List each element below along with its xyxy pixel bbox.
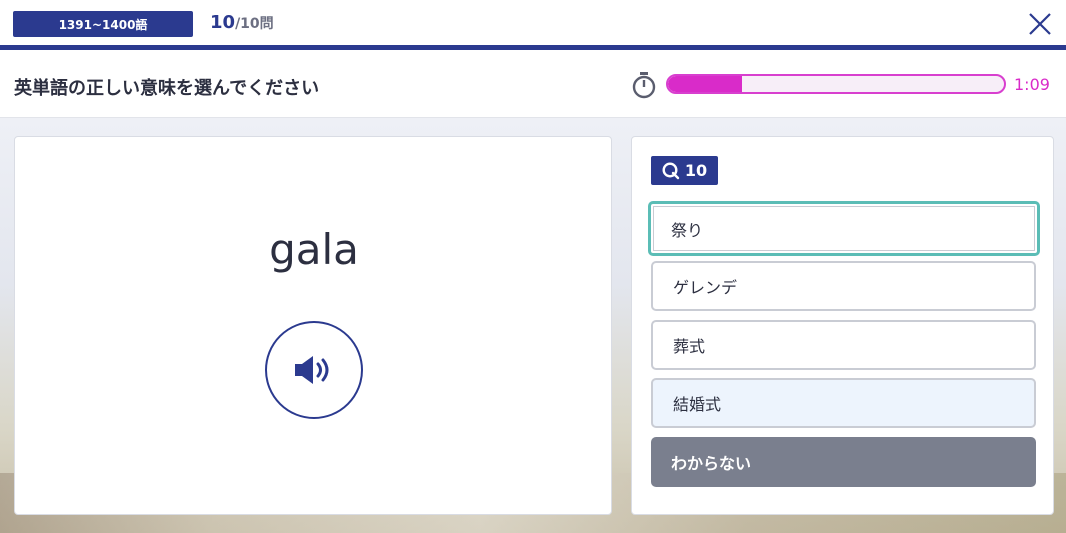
timer-text: 1:09 [1014,75,1050,94]
timer-fill [668,76,742,92]
current-question-number: 10 [210,12,236,33]
question-row: 英単語の正しい意味を選んでください 1:09 [0,50,1066,118]
word-text: gala [269,225,359,274]
choice-option-4[interactable]: 結婚式 [651,378,1036,428]
question-number: 10 [684,161,708,180]
top-bar: 1391~1400語 10 /10問 [0,0,1066,46]
choice-option-2[interactable]: ゲレンデ [651,261,1036,311]
question-progress: 10 /10問 [210,12,274,38]
range-badge: 1391~1400語 [13,11,193,37]
close-icon [1029,13,1051,35]
speaker-icon [295,356,329,384]
play-audio-button[interactable] [265,321,363,419]
dont-know-button[interactable]: わからない [651,437,1036,487]
total-questions: /10問 [235,16,274,32]
choice-panel: 10 祭り ゲレンデ 葬式 結婚式 わからない [631,136,1054,515]
question-number-badge: 10 [651,156,718,185]
question-icon [662,161,680,179]
choice-option-1[interactable]: 祭り [648,201,1040,256]
close-button[interactable] [1024,8,1056,40]
choice-option-3[interactable]: 葬式 [651,320,1036,370]
word-card: gala [14,136,612,515]
stopwatch-icon [632,72,656,99]
instruction-text: 英単語の正しい意味を選んでください [14,78,320,99]
timer-bar [666,74,1006,94]
